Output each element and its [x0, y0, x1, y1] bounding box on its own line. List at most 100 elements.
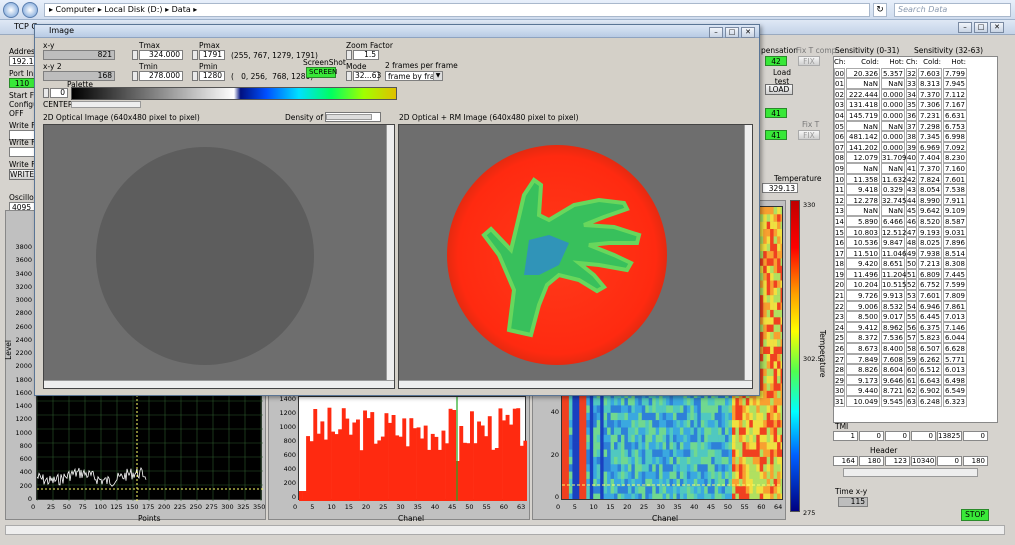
- compensation-value[interactable]: 42: [765, 56, 787, 66]
- sensitivity-cell: 36: [906, 109, 917, 121]
- sensitivity-cell: 7.445: [943, 268, 967, 280]
- sensitivity-cell: 7.849: [846, 353, 880, 365]
- port-field[interactable]: 110: [9, 78, 35, 88]
- x-tick-label: 25: [639, 503, 649, 511]
- sensitivity-cell: 01: [834, 78, 845, 89]
- optical-vscroll[interactable]: [386, 125, 394, 380]
- stop-button[interactable]: STOP: [961, 509, 989, 521]
- sensitivity-cell: 8.025: [918, 237, 942, 248]
- sensitivity-row: 18 9.420 8.651 50 7.213 8.308: [834, 258, 997, 269]
- palette-field[interactable]: 0: [50, 88, 68, 98]
- x-tick-label: 20: [623, 503, 632, 511]
- sensitivity-row: 09 NaN NaN 41 7.370 7.160: [834, 162, 997, 174]
- pmin-spinner[interactable]: [192, 71, 198, 81]
- bar: [459, 426, 464, 501]
- search-input[interactable]: Search Data: [894, 3, 1011, 17]
- sensitivity-cell: 8.500: [846, 311, 880, 322]
- sensitivity-cell: 481.142: [846, 131, 880, 142]
- sensitivity-cell: 7.538: [943, 184, 967, 195]
- address-bar[interactable]: ▸ Computer ▸ Local Disk (D:) ▸ Data ▸: [44, 3, 870, 17]
- mode-spinner[interactable]: [346, 71, 352, 81]
- density-slider[interactable]: [325, 112, 381, 122]
- mode-field[interactable]: 32...63: [353, 71, 381, 81]
- screenshot-button[interactable]: SCREEN: [306, 67, 337, 78]
- load-button[interactable]: LOAD: [765, 84, 793, 95]
- pmax-field[interactable]: 1791: [199, 50, 225, 60]
- palette-spinner[interactable]: [43, 88, 49, 98]
- bar: [484, 436, 489, 501]
- tcp-bottom-scrollbar[interactable]: [5, 525, 1005, 535]
- sensitivity-row: 11 9.418 0.329 43 8.054 7.538: [834, 184, 997, 195]
- sensitivity-cell: 6.628: [943, 343, 967, 354]
- x-tick-label: 40: [690, 503, 699, 511]
- sensitivity-cell: 10.803: [846, 226, 880, 238]
- sensitivity-cell: 10.204: [846, 279, 880, 291]
- rm-hscroll[interactable]: [399, 380, 752, 388]
- image-title-bar: Image – □ ✕: [35, 25, 759, 38]
- sensitivity-cell: 0.329: [881, 184, 905, 195]
- sensitivity-cell: 7.146: [943, 321, 967, 333]
- sensitivity-row: 13 NaN NaN 45 9.642 9.109: [834, 205, 997, 216]
- sensitivity-cell: NaN: [881, 205, 905, 216]
- center-button[interactable]: CENTER: [43, 100, 73, 109]
- x-tick-label: 50: [723, 503, 732, 511]
- zoom-field[interactable]: 1.5: [353, 50, 379, 60]
- header-scrollbar[interactable]: [843, 468, 978, 477]
- optical-hscroll[interactable]: [44, 380, 394, 388]
- sensitivity-row: 04 145.719 0.000 36 7.231 6.631: [834, 109, 997, 121]
- palette-scrollbar[interactable]: [71, 101, 141, 108]
- sensitivity-cell: 9.418: [846, 184, 880, 195]
- bar: [395, 435, 400, 501]
- write-button[interactable]: WRITE: [9, 169, 35, 180]
- refresh-icon[interactable]: ↻: [873, 3, 887, 17]
- bar: [470, 411, 474, 501]
- bar-chart: [299, 397, 528, 501]
- image-minimize-icon[interactable]: –: [709, 27, 723, 38]
- close-icon[interactable]: ✕: [990, 22, 1004, 33]
- address-field[interactable]: 192.16: [9, 56, 35, 66]
- tmax-field[interactable]: 324.000: [139, 50, 183, 60]
- pmax-spinner[interactable]: [192, 50, 198, 60]
- y-tick-label: 600: [283, 451, 296, 459]
- minimize-icon[interactable]: –: [958, 22, 972, 33]
- pmin-field[interactable]: 1280: [199, 71, 225, 81]
- image-close-icon[interactable]: ✕: [741, 27, 755, 38]
- back-button[interactable]: [3, 2, 19, 18]
- sensitivity-cell: 13: [834, 205, 845, 216]
- image-maximize-icon[interactable]: □: [725, 27, 739, 38]
- optical-image-view[interactable]: [43, 124, 395, 389]
- sensitivity-cell: 7.601: [943, 173, 967, 185]
- write-file-field-2[interactable]: [9, 147, 35, 157]
- temperature-value: 329.13: [762, 183, 798, 193]
- tmin-field[interactable]: 278.000: [139, 71, 183, 81]
- fix-comp-button[interactable]: FIX: [798, 56, 820, 66]
- sensitivity-cell: 7.896: [943, 237, 967, 248]
- bar: [445, 443, 449, 501]
- header-cell: 180: [963, 456, 988, 466]
- zoom-spinner[interactable]: [346, 50, 352, 60]
- sensitivity-cell: 53: [906, 290, 917, 301]
- y-tick-label: 1400: [15, 402, 32, 411]
- sensitivity-cell: 8.673: [846, 343, 880, 354]
- value-41-b[interactable]: 41: [765, 130, 787, 140]
- value-41-a[interactable]: 41: [765, 108, 787, 118]
- forward-button[interactable]: [22, 2, 38, 18]
- frames-select-arrow-icon[interactable]: ▼: [433, 72, 442, 80]
- y-tick-label: 200: [283, 479, 296, 487]
- tmax-spinner[interactable]: [132, 50, 138, 60]
- sensitivity-cell: 6.512: [918, 364, 942, 375]
- rm-vscroll[interactable]: [744, 125, 752, 380]
- fix-t-button[interactable]: FIX: [798, 130, 820, 140]
- sensitivity-cell: 6.375: [918, 321, 942, 333]
- sensitivity-cell: 8.826: [846, 364, 880, 375]
- sensitivity-cell: 11.632: [881, 173, 907, 185]
- sensitivity-cell: 6.466: [881, 215, 905, 227]
- rm-image-view[interactable]: [398, 124, 753, 389]
- maximize-icon[interactable]: □: [974, 22, 988, 33]
- sensitivity-cell: 6.323: [943, 396, 967, 407]
- sensitivity-cell: 7.799: [943, 67, 967, 79]
- sensitivity-row: 23 8.500 9.017 55 6.445 7.013: [834, 311, 997, 322]
- off-checkbox[interactable]: OFF: [9, 109, 24, 118]
- tmin-spinner[interactable]: [132, 71, 138, 81]
- sensitivity-cell: 0.000: [881, 99, 905, 110]
